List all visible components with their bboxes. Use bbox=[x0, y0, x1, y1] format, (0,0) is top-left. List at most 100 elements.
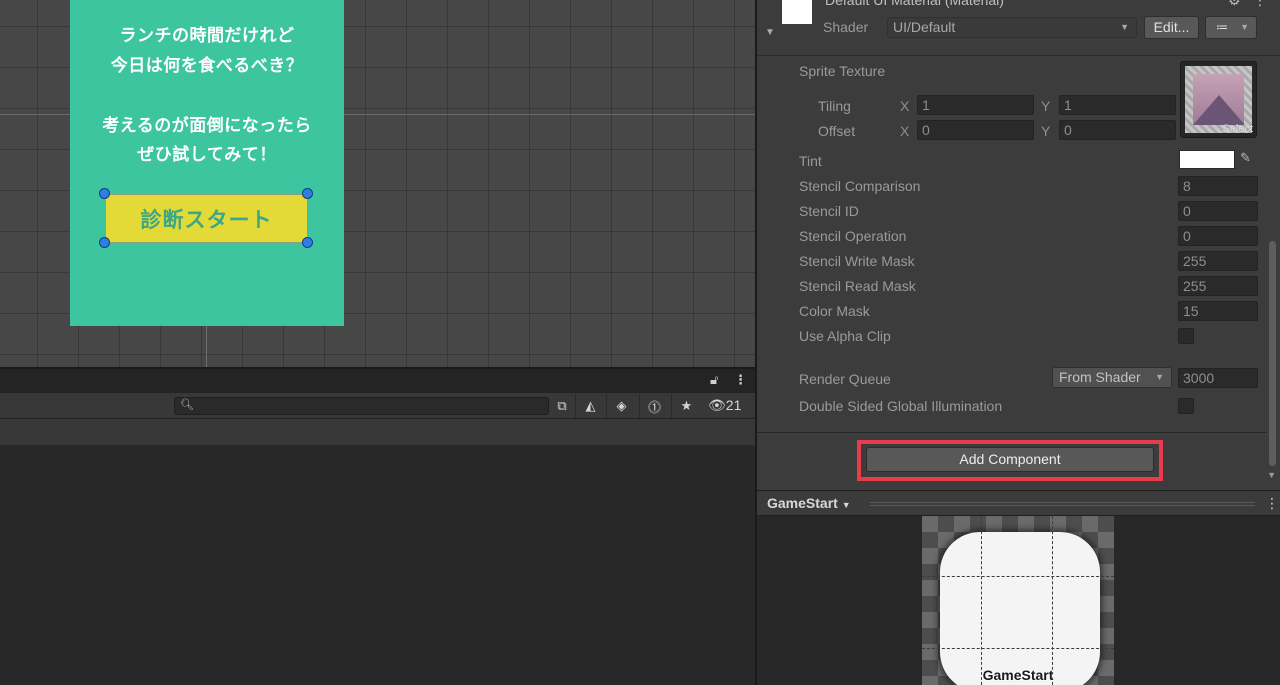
panel-text-line-1: ランチの時間だけれど bbox=[119, 26, 295, 46]
diagnosis-start-label: 診断スタート bbox=[140, 207, 273, 232]
double-sided-gi-checkbox[interactable] bbox=[1178, 398, 1194, 414]
material-thumbnail bbox=[782, 0, 812, 24]
render-queue-mode: From Shader bbox=[1059, 369, 1141, 385]
lock-icon[interactable]: 🔓︎ bbox=[710, 372, 718, 388]
panel-text-line-2: 今日は何を食べるべき？ bbox=[110, 56, 304, 76]
offset-x-field[interactable]: 0 bbox=[917, 120, 1034, 140]
tiling-y-label: Y bbox=[1041, 98, 1051, 114]
slice-line-top bbox=[922, 576, 1114, 577]
preview-title-dropdown[interactable]: GameStart ▼ bbox=[767, 495, 851, 511]
offset-y-label: Y bbox=[1041, 123, 1051, 139]
chevron-down-icon: ▼ bbox=[1240, 22, 1249, 32]
material-header: Default UI Material (Material) ⚙ ⋮ ▼ Sha… bbox=[757, 0, 1280, 56]
offset-x-label: X bbox=[900, 123, 910, 139]
list-icon: ≔ bbox=[1216, 20, 1228, 34]
offset-y-field[interactable]: 0 bbox=[1059, 120, 1176, 140]
stencil-read-mask-label: Stencil Read Mask bbox=[799, 278, 916, 294]
tiling-label: Tiling bbox=[818, 98, 851, 114]
filter-label-icon[interactable]: ◈ bbox=[606, 394, 636, 418]
canvas-panel[interactable]: ランチの時間だけれど 今日は何を食べるべき？ 考えるのが面倒になったら ぜひ試し… bbox=[70, 0, 344, 326]
sprite-name-label: GameStart bbox=[982, 667, 1054, 683]
search-input[interactable]: 🔍︎ bbox=[174, 397, 549, 415]
stencil-id-label: Stencil ID bbox=[799, 203, 859, 219]
favorite-star-icon[interactable]: ★ bbox=[671, 394, 701, 418]
rect-handle-top-left[interactable] bbox=[99, 188, 110, 199]
chevron-down-icon: ▼ bbox=[1155, 372, 1164, 382]
more-menu-icon[interactable]: ⋮ bbox=[1265, 495, 1279, 512]
lower-panel-header: 🔓︎ ⋮ bbox=[0, 367, 755, 393]
stencil-write-mask-field[interactable]: 255 bbox=[1178, 251, 1258, 271]
panel-text-line-4: 考えるのが面倒になったら bbox=[102, 116, 312, 136]
stencil-read-mask-field[interactable]: 255 bbox=[1178, 276, 1258, 296]
hidden-count-value: 21 bbox=[725, 397, 742, 413]
color-mask-label: Color Mask bbox=[799, 303, 870, 319]
tiling-x-label: X bbox=[900, 98, 910, 114]
tint-label: Tint bbox=[799, 153, 822, 169]
preview-header: GameStart ▼ ⋮ bbox=[757, 490, 1280, 516]
inspector-scrollbar-thumb[interactable] bbox=[1269, 241, 1276, 466]
sprite-preview: GameStart bbox=[922, 516, 1114, 685]
use-alpha-clip-checkbox[interactable] bbox=[1178, 328, 1194, 344]
sprite-texture-label: Sprite Texture bbox=[799, 63, 886, 79]
diagnosis-start-button[interactable]: 診断スタート bbox=[105, 194, 308, 243]
lower-panel-toolbar: 🔍︎ ⧉ ◭ ◈ ⓵ ★ 👁︎21 bbox=[0, 393, 755, 419]
edit-shader-button[interactable]: Edit... bbox=[1144, 16, 1199, 39]
preview-body: GameStart bbox=[757, 516, 1280, 685]
rect-handle-bottom-right[interactable] bbox=[302, 237, 313, 248]
inspector-separator bbox=[757, 432, 1267, 433]
inspector-panel: Default UI Material (Material) ⚙ ⋮ ▼ Sha… bbox=[757, 0, 1280, 490]
scroll-down-arrow-icon[interactable]: ▼ bbox=[1267, 470, 1276, 480]
render-queue-dropdown[interactable]: From Shader ▼ bbox=[1052, 367, 1172, 388]
lower-panel-body bbox=[0, 445, 755, 685]
chevron-down-icon: ▼ bbox=[841, 500, 851, 510]
material-title: Default UI Material (Material) bbox=[825, 0, 1004, 8]
slice-line-bottom bbox=[922, 648, 1114, 649]
render-queue-field[interactable]: 3000 bbox=[1178, 368, 1258, 388]
eyedropper-icon[interactable]: ✎ bbox=[1240, 150, 1251, 166]
tint-color-swatch[interactable] bbox=[1179, 150, 1235, 169]
fold-arrow-icon[interactable]: ▼ bbox=[765, 27, 775, 38]
mountain-icon bbox=[1193, 95, 1244, 125]
gear-icon[interactable]: ⚙ bbox=[1228, 0, 1241, 9]
tiling-x-field[interactable]: 1 bbox=[917, 95, 1034, 115]
panel-text-line-5: ぜひ試してみて！ bbox=[137, 145, 277, 165]
log-level-icon[interactable]: ⓵ bbox=[639, 394, 669, 418]
sprite-image bbox=[940, 532, 1100, 685]
stencil-operation-field[interactable]: 0 bbox=[1178, 226, 1258, 246]
stencil-operation-label: Stencil Operation bbox=[799, 228, 907, 244]
use-alpha-clip-label: Use Alpha Clip bbox=[799, 328, 891, 344]
shader-dropdown[interactable]: UI/Default ▼ bbox=[887, 17, 1137, 38]
rect-handle-top-right[interactable] bbox=[302, 188, 313, 199]
texture-preview-image bbox=[1193, 74, 1244, 125]
slice-line-left bbox=[981, 516, 982, 685]
double-sided-gi-label: Double Sided Global Illumination bbox=[799, 398, 1003, 414]
color-mask-field[interactable]: 15 bbox=[1178, 301, 1258, 321]
preview-title: GameStart bbox=[767, 495, 838, 511]
add-component-button[interactable]: Add Component bbox=[866, 447, 1154, 472]
shader-value: UI/Default bbox=[893, 19, 956, 35]
preview-drag-handle[interactable] bbox=[870, 502, 1255, 506]
chevron-down-icon: ▼ bbox=[1120, 22, 1129, 32]
scene-view[interactable]: ランチの時間だけれど 今日は何を食べるべき？ 考えるのが面倒になったら ぜひ試し… bbox=[0, 0, 755, 367]
stencil-write-mask-label: Stencil Write Mask bbox=[799, 253, 915, 269]
eye-hidden-icon: 👁︎ bbox=[708, 397, 726, 413]
shader-label: Shader bbox=[823, 19, 869, 35]
hidden-count-badge[interactable]: 👁︎21 bbox=[708, 397, 741, 414]
rect-handle-bottom-left[interactable] bbox=[99, 237, 110, 248]
stencil-comparison-field[interactable]: 8 bbox=[1178, 176, 1258, 196]
search-expand-icon[interactable]: ⧉ bbox=[547, 394, 577, 418]
offset-label: Offset bbox=[818, 123, 856, 139]
search-icon: 🔍︎ bbox=[180, 399, 194, 411]
more-menu-icon[interactable]: ⋮ bbox=[1253, 0, 1267, 9]
stencil-comparison-label: Stencil Comparison bbox=[799, 178, 921, 194]
shader-options-button[interactable]: ≔ ▼ bbox=[1205, 16, 1257, 39]
more-menu-icon[interactable]: ⋮ bbox=[734, 372, 747, 388]
stencil-id-field[interactable]: 0 bbox=[1178, 201, 1258, 221]
tiling-y-field[interactable]: 1 bbox=[1059, 95, 1176, 115]
texture-select-button[interactable]: Select bbox=[1222, 123, 1253, 135]
lower-panel-strip bbox=[0, 419, 755, 445]
filter-type-icon[interactable]: ◭ bbox=[575, 394, 605, 418]
sprite-texture-slot[interactable]: Select bbox=[1180, 61, 1257, 138]
render-queue-label: Render Queue bbox=[799, 371, 891, 387]
slice-line-right bbox=[1052, 516, 1053, 685]
